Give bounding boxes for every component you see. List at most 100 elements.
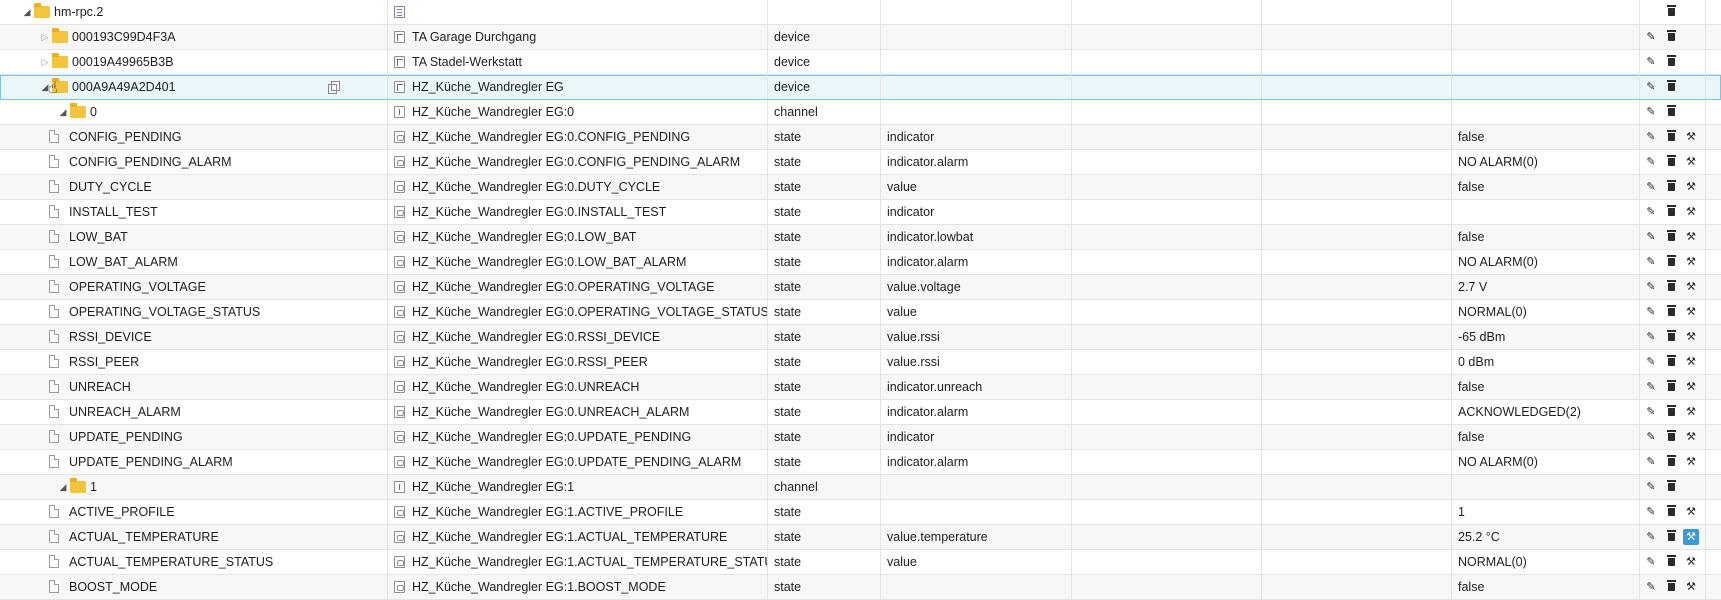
trash-button[interactable] xyxy=(1663,354,1679,370)
pencil-button[interactable]: ✎ xyxy=(1643,279,1659,295)
object-value[interactable]: false xyxy=(1452,575,1640,599)
wrench-button[interactable]: ⚒ xyxy=(1683,379,1699,395)
trash-button[interactable] xyxy=(1663,379,1679,395)
expand-toggle-icon[interactable]: ▷ xyxy=(38,50,52,74)
tree-row[interactable]: UPDATE_PENDING_ALARM HZ_Küche_Wandregler … xyxy=(0,450,1721,475)
wrench-button[interactable]: ⚒ xyxy=(1683,204,1699,220)
trash-button[interactable] xyxy=(1663,229,1679,245)
pencil-button[interactable]: ✎ xyxy=(1643,404,1659,420)
expand-toggle-icon[interactable]: ▷ xyxy=(38,25,52,49)
tree-row[interactable]: CONFIG_PENDING_ALARM HZ_Küche_Wandregler … xyxy=(0,150,1721,175)
object-value[interactable]: 1 xyxy=(1452,500,1640,524)
object-value[interactable]: NO ALARM(0) xyxy=(1452,450,1640,474)
trash-button[interactable] xyxy=(1663,504,1679,520)
object-value[interactable] xyxy=(1452,0,1640,24)
trash-button[interactable] xyxy=(1663,404,1679,420)
trash-button[interactable] xyxy=(1663,129,1679,145)
object-value[interactable]: false xyxy=(1452,425,1640,449)
trash-button[interactable] xyxy=(1663,79,1679,95)
object-value[interactable]: NO ALARM(0) xyxy=(1452,250,1640,274)
wrench-button[interactable]: ⚒ xyxy=(1683,179,1699,195)
trash-button[interactable] xyxy=(1663,104,1679,120)
pencil-button[interactable]: ✎ xyxy=(1643,304,1659,320)
collapse-toggle-icon[interactable]: ◢ xyxy=(20,0,34,24)
trash-button[interactable] xyxy=(1663,4,1679,20)
pencil-button[interactable]: ✎ xyxy=(1643,329,1659,345)
wrench-button[interactable]: ⚒ xyxy=(1683,279,1699,295)
pencil-button[interactable]: ✎ xyxy=(1643,54,1659,70)
pencil-button[interactable]: ✎ xyxy=(1643,129,1659,145)
pencil-button[interactable]: ✎ xyxy=(1643,104,1659,120)
trash-button[interactable] xyxy=(1663,529,1679,545)
wrench-button[interactable]: ⚒ xyxy=(1683,504,1699,520)
tree-row[interactable]: LOW_BAT HZ_Küche_Wandregler EG:0.LOW_BAT s… xyxy=(0,225,1721,250)
tree-row[interactable]: ACTUAL_TEMPERATURE HZ_Küche_Wandregler EG… xyxy=(0,525,1721,550)
wrench-button[interactable]: ⚒ xyxy=(1683,354,1699,370)
tree-row[interactable]: ACTUAL_TEMPERATURE_STATUS HZ_Küche_Wandre… xyxy=(0,550,1721,575)
pencil-button[interactable]: ✎ xyxy=(1643,379,1659,395)
object-value[interactable]: 0 dBm xyxy=(1452,350,1640,374)
pencil-button[interactable]: ✎ xyxy=(1643,29,1659,45)
object-value[interactable] xyxy=(1452,50,1640,74)
trash-button[interactable] xyxy=(1663,479,1679,495)
tree-row[interactable]: ◢ 000A9A49A2D401 ☝ HZ_Küche_Wandregler EG de… xyxy=(0,75,1721,100)
tree-row[interactable]: RSSI_DEVICE HZ_Küche_Wandregler EG:0.RSSI… xyxy=(0,325,1721,350)
wrench-button[interactable]: ⚒ xyxy=(1683,404,1699,420)
tree-row[interactable]: BOOST_MODE HZ_Küche_Wandregler EG:1.BOOST… xyxy=(0,575,1721,600)
object-value[interactable]: NORMAL(0) xyxy=(1452,550,1640,574)
wrench-button[interactable]: ⚒ xyxy=(1683,229,1699,245)
pencil-button[interactable]: ✎ xyxy=(1643,354,1659,370)
object-value[interactable]: NO ALARM(0) xyxy=(1452,150,1640,174)
tree-row[interactable]: UNREACH HZ_Küche_Wandregler EG:0.UNREACH s… xyxy=(0,375,1721,400)
object-value[interactable]: 2.7 V xyxy=(1452,275,1640,299)
collapse-toggle-icon[interactable]: ◢ xyxy=(56,100,70,124)
trash-button[interactable] xyxy=(1663,579,1679,595)
tree-row[interactable]: OPERATING_VOLTAGE_STATUS HZ_Küche_Wandreg… xyxy=(0,300,1721,325)
tree-row[interactable]: ACTIVE_PROFILE HZ_Küche_Wandregler EG:1.A… xyxy=(0,500,1721,525)
pencil-button[interactable]: ✎ xyxy=(1643,204,1659,220)
wrench-button[interactable]: ⚒ xyxy=(1683,254,1699,270)
trash-button[interactable] xyxy=(1663,54,1679,70)
wrench-button[interactable]: ⚒ xyxy=(1683,579,1699,595)
pencil-button[interactable]: ✎ xyxy=(1643,254,1659,270)
pencil-button[interactable]: ✎ xyxy=(1643,154,1659,170)
object-value[interactable]: false xyxy=(1452,175,1640,199)
copy-icon[interactable] xyxy=(328,81,340,94)
wrench-button[interactable]: ⚒ xyxy=(1683,154,1699,170)
tree-row[interactable]: OPERATING_VOLTAGE HZ_Küche_Wandregler EG:… xyxy=(0,275,1721,300)
trash-button[interactable] xyxy=(1663,329,1679,345)
object-value[interactable]: false xyxy=(1452,125,1640,149)
object-value[interactable] xyxy=(1452,200,1640,224)
pencil-button[interactable]: ✎ xyxy=(1643,529,1659,545)
tree-row[interactable]: UPDATE_PENDING HZ_Küche_Wandregler EG:0.U… xyxy=(0,425,1721,450)
tree-row[interactable]: ◢ 0 HZ_Küche_Wandregler EG:0 channel ✎ xyxy=(0,100,1721,125)
object-value[interactable]: -65 dBm xyxy=(1452,325,1640,349)
pencil-button[interactable]: ✎ xyxy=(1643,454,1659,470)
pencil-button[interactable]: ✎ xyxy=(1643,179,1659,195)
pencil-button[interactable]: ✎ xyxy=(1643,504,1659,520)
object-value[interactable]: false xyxy=(1452,375,1640,399)
tree-row[interactable]: DUTY_CYCLE HZ_Küche_Wandregler EG:0.DUTY_… xyxy=(0,175,1721,200)
wrench-button[interactable]: ⚒ xyxy=(1683,329,1699,345)
pencil-button[interactable]: ✎ xyxy=(1643,579,1659,595)
object-value[interactable]: false xyxy=(1452,225,1640,249)
tree-row[interactable]: RSSI_PEER HZ_Küche_Wandregler EG:0.RSSI_P… xyxy=(0,350,1721,375)
tree-row[interactable]: INSTALL_TEST HZ_Küche_Wandregler EG:0.INS… xyxy=(0,200,1721,225)
object-value[interactable] xyxy=(1452,475,1640,499)
wrench-button[interactable]: ⚒ xyxy=(1683,304,1699,320)
trash-button[interactable] xyxy=(1663,554,1679,570)
trash-button[interactable] xyxy=(1663,154,1679,170)
tree-row[interactable]: ▷ 00019A49965B3B TA Stadel-Werkstatt device… xyxy=(0,50,1721,75)
trash-button[interactable] xyxy=(1663,429,1679,445)
tree-row[interactable]: LOW_BAT_ALARM HZ_Küche_Wandregler EG:0.LO… xyxy=(0,250,1721,275)
trash-button[interactable] xyxy=(1663,454,1679,470)
tree-row[interactable]: CONFIG_PENDING HZ_Küche_Wandregler EG:0.C… xyxy=(0,125,1721,150)
collapse-toggle-icon[interactable]: ◢ xyxy=(56,475,70,499)
trash-button[interactable] xyxy=(1663,204,1679,220)
pencil-button[interactable]: ✎ xyxy=(1643,79,1659,95)
tree-row[interactable]: ◢ hm-rpc.2 xyxy=(0,0,1721,25)
wrench-button[interactable]: ⚒ xyxy=(1683,554,1699,570)
wrench-button[interactable]: ⚒ xyxy=(1683,454,1699,470)
tree-row[interactable]: ◢ 1 HZ_Küche_Wandregler EG:1 channel ✎ xyxy=(0,475,1721,500)
tree-row[interactable]: ▷ 000193C99D4F3A TA Garage Durchgang device… xyxy=(0,25,1721,50)
